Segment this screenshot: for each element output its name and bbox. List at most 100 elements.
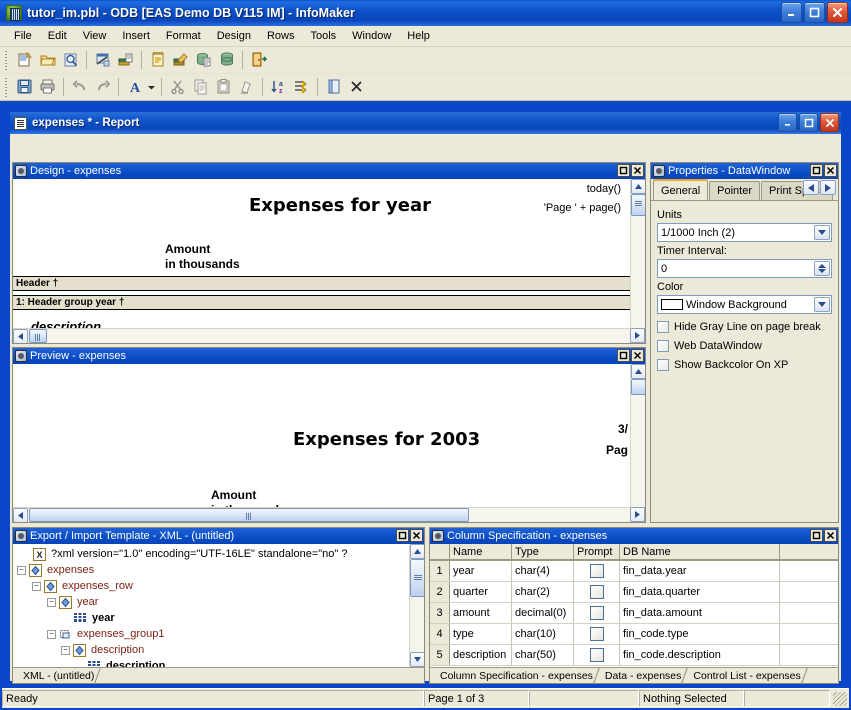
prompt-checkbox[interactable] — [589, 564, 604, 578]
preview-icon[interactable] — [59, 49, 82, 71]
design-hscroll-track[interactable] — [28, 329, 630, 343]
preview-pane-content[interactable]: Expenses for 2003 3/ Pag Amount in thous… — [13, 364, 645, 522]
checkbox-show-backcolor-on-xp[interactable]: Show Backcolor On XP — [657, 359, 832, 371]
cell-type[interactable]: char(10) — [512, 624, 574, 644]
design-today-expression[interactable]: today() — [441, 183, 621, 195]
table-row[interactable]: 3 amount decimal(0) fin_data.amount — [430, 603, 838, 624]
xml-pane-restore-button[interactable] — [396, 529, 409, 542]
design-canvas[interactable]: Expenses for year today() 'Page ' + page… — [13, 179, 630, 343]
cell-name[interactable]: year — [450, 561, 512, 581]
report-close-button[interactable] — [820, 113, 839, 132]
close-x-icon[interactable] — [345, 76, 368, 98]
design-band-header[interactable]: Header † — [13, 276, 630, 291]
design-amount-label-line1[interactable]: Amount — [165, 242, 210, 256]
library-painter-icon[interactable] — [114, 49, 137, 71]
maximize-button[interactable] — [804, 2, 825, 23]
prompt-checkbox[interactable] — [589, 627, 604, 641]
preview-pane-restore-button[interactable] — [617, 349, 630, 362]
table-row[interactable]: 5 description char(50) fin_code.descript… — [430, 645, 838, 666]
redo-icon[interactable] — [91, 76, 114, 98]
properties-pane-close-button[interactable] — [824, 164, 837, 177]
menu-window[interactable]: Window — [344, 28, 399, 44]
table-row[interactable]: 2 quarter char(2) fin_data.quarter — [430, 582, 838, 603]
xml-pane-content[interactable]: X ?xml version="1.0" encoding="UTF-16LE"… — [13, 544, 424, 667]
preview-pane-close-button[interactable] — [631, 349, 644, 362]
cell-db-name[interactable]: fin_code.type — [620, 624, 780, 644]
print-icon[interactable] — [36, 76, 59, 98]
hide-gray-line-checkbox-box[interactable] — [657, 321, 669, 333]
toolbar-grip[interactable] — [3, 77, 10, 97]
tab-column-specification[interactable]: Column Specification - expenses — [432, 668, 603, 683]
tree-node-xml-declaration[interactable]: X ?xml version="1.0" encoding="UTF-16LE"… — [15, 546, 409, 562]
colspec-pane-close-button[interactable] — [824, 529, 837, 542]
cell-type[interactable]: char(2) — [512, 582, 574, 602]
tree-expander-minus-icon[interactable]: − — [61, 645, 70, 655]
tab-scroll-left-button[interactable] — [803, 180, 819, 195]
tab-control-list-expenses[interactable]: Control List - expenses — [685, 668, 810, 683]
xml-scroll-up-button[interactable] — [410, 544, 424, 559]
tree-expander-minus-icon[interactable]: − — [32, 581, 41, 591]
xml-vertical-scrollbar[interactable] — [409, 544, 424, 667]
cell-prompt[interactable] — [574, 582, 620, 602]
tab-xml-untitled[interactable]: XML - (untitled) — [15, 668, 104, 683]
table-row[interactable]: 4 type char(10) fin_code.type — [430, 624, 838, 645]
cell-db-name[interactable]: fin_code.description — [620, 645, 780, 665]
preview-page-text[interactable]: Pag — [606, 443, 628, 457]
preview-report-title[interactable]: Expenses for 2003 — [293, 429, 480, 450]
menu-format[interactable]: Format — [158, 28, 209, 44]
undo-icon[interactable] — [68, 76, 91, 98]
cut-icon[interactable] — [166, 76, 189, 98]
preview-horizontal-scrollbar[interactable] — [13, 507, 630, 522]
cell-name[interactable]: amount — [450, 603, 512, 623]
preview-scroll-track[interactable] — [631, 379, 645, 507]
preview-amount-label-line1[interactable]: Amount — [211, 488, 256, 502]
toolbar-grip[interactable] — [3, 50, 10, 70]
timer-spinner-arrows-icon[interactable] — [814, 261, 830, 276]
design-amount-label-line2[interactable]: in thousands — [165, 257, 240, 271]
tab-data-expenses[interactable]: Data - expenses — [597, 668, 691, 683]
tree-expander-minus-icon[interactable]: − — [17, 565, 26, 575]
design-scroll-thumb[interactable] — [631, 194, 645, 216]
cell-name[interactable]: type — [450, 624, 512, 644]
cell-prompt[interactable] — [574, 624, 620, 644]
preview-scroll-thumb[interactable] — [631, 379, 645, 395]
tree-node-expenses[interactable]: − expenses — [15, 562, 409, 578]
tree-node-year-element[interactable]: − year — [15, 594, 409, 610]
database-profile-icon[interactable] — [91, 49, 114, 71]
menu-view[interactable]: View — [75, 28, 115, 44]
tree-node-description-column[interactable]: description — [15, 658, 409, 667]
resize-grip[interactable] — [833, 691, 847, 706]
column-specification-table[interactable]: Name Type Prompt DB Name 1 year char(4) … — [430, 544, 838, 667]
header-prompt[interactable]: Prompt — [574, 544, 620, 559]
preview-canvas[interactable]: Expenses for 2003 3/ Pag Amount in thous… — [13, 364, 630, 522]
design-report-title[interactable]: Expenses for year — [249, 195, 431, 216]
open-icon[interactable] — [36, 49, 59, 71]
menu-rows[interactable]: Rows — [259, 28, 303, 44]
cell-type[interactable]: char(4) — [512, 561, 574, 581]
tree-expander-minus-icon[interactable]: − — [47, 629, 56, 639]
font-dropdown-arrow-icon[interactable] — [146, 76, 157, 98]
tab-general[interactable]: General — [653, 179, 709, 200]
color-dropdown-arrow-icon[interactable] — [814, 297, 830, 312]
prompt-checkbox[interactable] — [589, 606, 604, 620]
tree-node-year-column[interactable]: year — [15, 610, 409, 626]
save-icon[interactable] — [13, 76, 36, 98]
new-icon[interactable] — [13, 49, 36, 71]
cell-prompt[interactable] — [574, 561, 620, 581]
cell-name[interactable]: description — [450, 645, 512, 665]
minimize-button[interactable] — [781, 2, 802, 23]
table-row[interactable]: 1 year char(4) fin_data.year — [430, 561, 838, 582]
report-painter-icon[interactable] — [146, 49, 169, 71]
cell-prompt[interactable] — [574, 603, 620, 623]
menu-file[interactable]: File — [6, 28, 40, 44]
colspec-pane-restore-button[interactable] — [810, 529, 823, 542]
clear-icon[interactable] — [235, 76, 258, 98]
cell-db-name[interactable]: fin_data.year — [620, 561, 780, 581]
menu-design[interactable]: Design — [209, 28, 259, 44]
close-button[interactable] — [827, 2, 848, 23]
exit-icon[interactable] — [247, 49, 270, 71]
paste-icon[interactable] — [212, 76, 235, 98]
xml-pane-close-button[interactable] — [410, 529, 423, 542]
tree-node-expenses-row[interactable]: − expenses_row — [15, 578, 409, 594]
design-pane-close-button[interactable] — [631, 164, 644, 177]
